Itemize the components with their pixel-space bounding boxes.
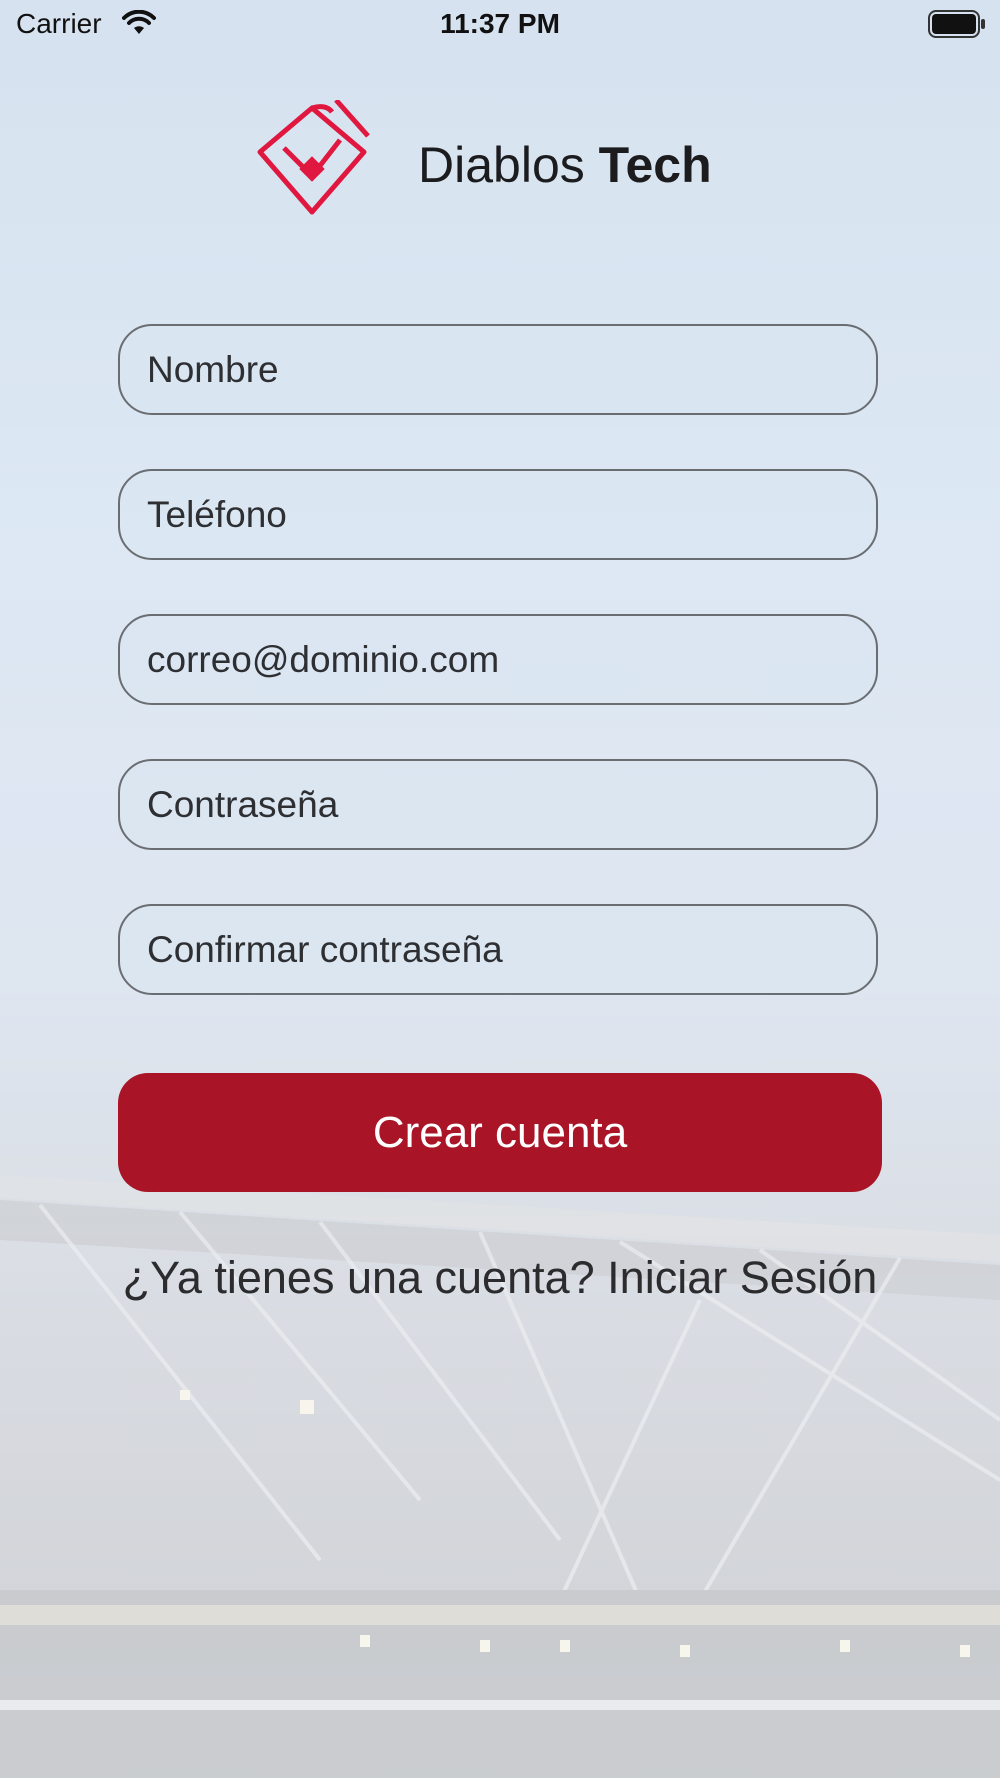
name-input[interactable] <box>145 347 876 392</box>
phone-field[interactable] <box>118 469 878 560</box>
confirm-password-input[interactable] <box>145 927 876 972</box>
brand-name-regular: Diablos <box>418 137 585 193</box>
signin-link[interactable]: ¿Ya tienes una cuenta? Iniciar Sesión <box>0 1252 1000 1304</box>
create-account-button[interactable]: Crear cuenta <box>118 1073 882 1192</box>
name-field[interactable] <box>118 324 878 415</box>
brand-name-bold: Tech <box>598 137 712 193</box>
brand-logo: Diablos Tech <box>256 98 756 220</box>
stadium-background <box>0 0 1000 1778</box>
baseball-diamond-logo-icon <box>257 98 370 215</box>
email-input[interactable] <box>145 637 876 682</box>
email-field[interactable] <box>118 614 878 705</box>
clock: 11:37 PM <box>440 8 560 39</box>
phone-input[interactable] <box>145 492 876 537</box>
confirm-password-field[interactable] <box>118 904 878 995</box>
status-bar: Carrier 11:37 PM <box>0 0 1000 50</box>
brand-name: Diablos Tech <box>418 136 712 194</box>
password-input[interactable] <box>145 782 876 827</box>
battery-icon <box>928 10 986 43</box>
password-field[interactable] <box>118 759 878 850</box>
